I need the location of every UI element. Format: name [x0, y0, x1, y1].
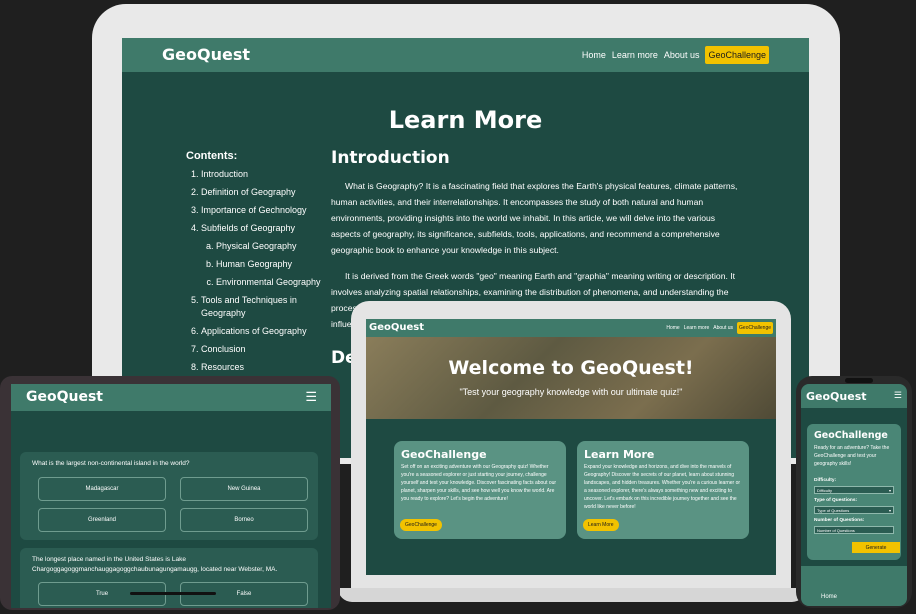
toc-item-importance[interactable]: Importance of Gechnology	[201, 204, 326, 217]
toc-subitem-environmental[interactable]: Environmental Geography	[216, 276, 326, 289]
toc-subitem-human[interactable]: Human Geography	[216, 258, 326, 271]
learn-more-card-title: Learn More	[584, 448, 655, 461]
difficulty-select[interactable]: Difficulty ▾	[814, 486, 894, 494]
answer-option-greenland[interactable]: Greenland	[38, 508, 166, 532]
phone-navbar: GeoQuest ☰	[801, 384, 907, 408]
table-of-contents: Contents: Introduction Definition of Geo…	[186, 150, 326, 379]
answer-option-madagascar[interactable]: Madagascar	[38, 477, 166, 501]
toc-subitem-physical[interactable]: Physical Geography	[216, 240, 326, 253]
desktop-brand-logo[interactable]: GeoQuest	[162, 45, 250, 64]
phone-form-title: GeoChallenge	[814, 430, 888, 441]
difficulty-label: Difficulty:	[814, 478, 837, 483]
phone-notch	[845, 378, 873, 383]
phone-footer-home-link[interactable]: Home	[821, 594, 837, 600]
question-type-label: Type of Questions:	[814, 498, 858, 503]
difficulty-select-value: Difficulty	[817, 488, 833, 493]
tablet-navbar: GeoQuest ☰	[11, 384, 331, 411]
phone-hamburger-menu-icon[interactable]: ☰	[894, 390, 902, 401]
laptop-navbar: GeoQuest Home Learn more About us GeoCha…	[366, 319, 776, 337]
geochallenge-card-button[interactable]: GeoChallenge	[400, 519, 442, 531]
toc-item-definition[interactable]: Definition of Geography	[201, 186, 326, 199]
toc-item-conclusion[interactable]: Conclusion	[201, 343, 326, 356]
tablet-home-indicator	[130, 592, 216, 595]
laptop-nav-about-us[interactable]: About us	[713, 325, 733, 331]
page-title: Learn More	[388, 106, 543, 134]
geochallenge-card-text: Set off on an exciting adventure with ou…	[401, 464, 557, 502]
chevron-down-icon: ▾	[888, 488, 891, 493]
chevron-down-icon: ▾	[888, 508, 891, 513]
question-1-text: What is the largest non-continental isla…	[32, 460, 190, 467]
toc-heading: Contents:	[186, 150, 238, 162]
phone-geochallenge-form: GeoChallenge Ready for an adventure? Tak…	[807, 424, 901, 560]
question-count-label: Number of Questions:	[814, 518, 865, 523]
phone-screen: GeoQuest ☰ GeoChallenge Ready for an adv…	[801, 384, 907, 606]
answer-option-borneo[interactable]: Borneo	[180, 508, 308, 532]
toc-item-introduction[interactable]: Introduction	[201, 168, 326, 181]
laptop-screen: GeoQuest Home Learn more About us GeoCha…	[366, 319, 776, 575]
learn-more-card: Learn More Expand your knowledge and hor…	[577, 441, 749, 539]
intro-paragraph-1: What is Geography? It is a fascinating f…	[331, 181, 738, 255]
geochallenge-card-title: GeoChallenge	[401, 448, 487, 461]
desktop-navbar: GeoQuest Home Learn more About us GeoCha…	[122, 38, 809, 72]
desktop-nav-about-us[interactable]: About us	[664, 50, 700, 60]
question-2-text: The longest place named in the United St…	[32, 556, 278, 573]
laptop-base	[338, 588, 806, 602]
question-type-select[interactable]: Type of Questions ▾	[814, 506, 894, 514]
hamburger-menu-icon[interactable]: ☰	[305, 389, 317, 405]
laptop-brand-logo[interactable]: GeoQuest	[369, 322, 424, 333]
phone-footer: Home	[801, 566, 907, 606]
hero-subtitle: "Test your geography knowledge with our …	[459, 387, 683, 397]
toc-item-applications[interactable]: Applications of Geography	[201, 325, 326, 338]
introduction-heading: Introduction	[331, 148, 450, 168]
laptop-nav-learn-more[interactable]: Learn more	[684, 325, 710, 331]
question-type-select-value: Type of Questions	[817, 508, 850, 513]
toc-item-resources[interactable]: Resources	[201, 361, 326, 374]
desktop-geochallenge-button[interactable]: GeoChallenge	[705, 46, 769, 64]
learn-more-card-button[interactable]: Learn More	[583, 519, 619, 531]
question-card-2: The longest place named in the United St…	[20, 548, 318, 608]
learn-more-card-text: Expand your knowledge and horizons, and …	[584, 464, 741, 510]
geochallenge-card: GeoChallenge Set off on an exciting adve…	[394, 441, 566, 539]
answer-option-new-guinea[interactable]: New Guinea	[180, 477, 308, 501]
toc-item-tools[interactable]: Tools and Techniques in Geography	[201, 294, 326, 320]
generate-button[interactable]: Generate	[852, 542, 900, 553]
laptop-geochallenge-button[interactable]: GeoChallenge	[737, 322, 773, 334]
toc-item-subfields-label[interactable]: Subfields of Geography	[201, 223, 295, 233]
question-card-1: What is the largest non-continental isla…	[20, 452, 318, 540]
desktop-nav-home[interactable]: Home	[582, 50, 606, 60]
question-count-input[interactable]: Number of Questions	[814, 526, 894, 534]
tablet-brand-logo[interactable]: GeoQuest	[26, 389, 103, 405]
tablet-screen: GeoQuest ☰ What is the largest non-conti…	[11, 384, 331, 608]
toc-item-subfields[interactable]: Subfields of Geography Physical Geograph…	[201, 222, 326, 289]
phone-brand-logo[interactable]: GeoQuest	[806, 390, 867, 403]
phone-form-description: Ready for an adventure? Take the GeoChal…	[814, 445, 890, 467]
laptop-nav-home[interactable]: Home	[666, 325, 679, 331]
hero-title: Welcome to GeoQuest!	[448, 357, 694, 379]
desktop-nav-learn-more[interactable]: Learn more	[612, 50, 658, 60]
